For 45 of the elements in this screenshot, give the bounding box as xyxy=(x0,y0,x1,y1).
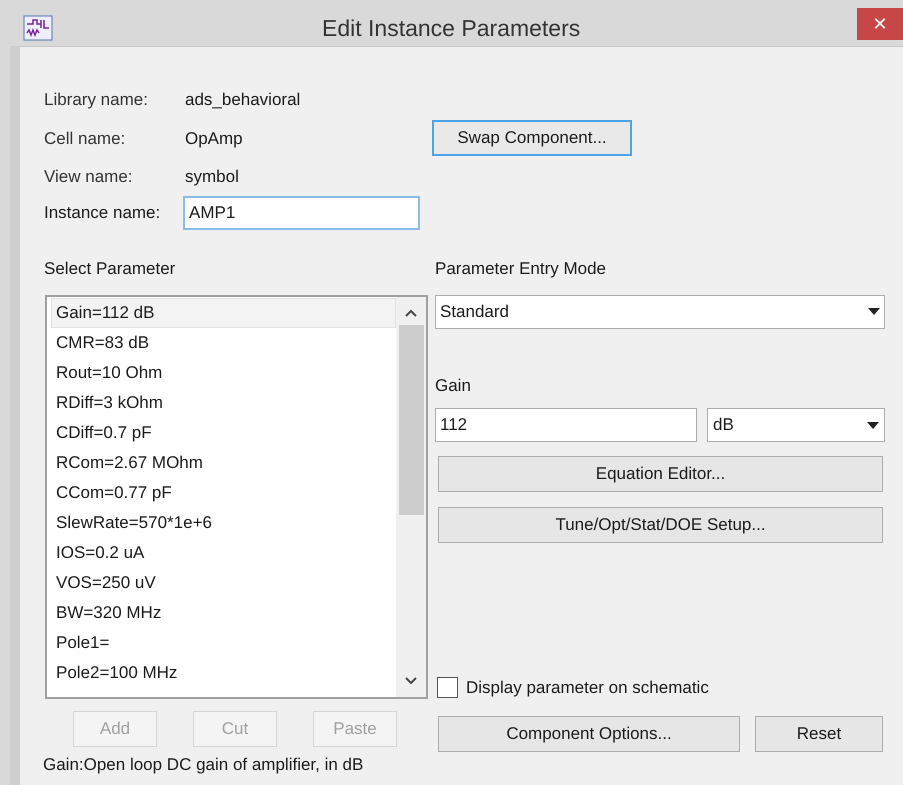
input-field[interactable]: AMP1 xyxy=(183,196,420,230)
list-item[interactable]: Pole2=100 MHz xyxy=(51,658,396,688)
list-item[interactable]: RCom=2.67 MOhm xyxy=(51,448,396,478)
field-value: ads_behavioral xyxy=(185,89,300,111)
checkbox-label: Display parameter on schematic xyxy=(466,677,709,699)
dropdown-arrow-icon xyxy=(868,308,880,315)
window-title: Edit Instance Parameters xyxy=(322,14,580,42)
close-button[interactable]: ✕ xyxy=(857,8,903,40)
list-item[interactable]: CCom=0.77 pF xyxy=(51,478,396,508)
list-item[interactable]: RDiff=3 kOhm xyxy=(51,388,396,418)
field-value: OpAmp xyxy=(185,128,243,150)
swap-component-button[interactable]: Swap Component... xyxy=(432,120,632,156)
input-field[interactable]: 112 xyxy=(435,408,697,442)
field-label: Cell name: xyxy=(44,128,126,150)
scroll-up-icon[interactable] xyxy=(405,308,417,316)
button[interactable]: Component Options... xyxy=(438,716,740,752)
field-label: Library name: xyxy=(44,89,149,111)
entry-mode-dropdown[interactable]: Standard xyxy=(435,294,885,328)
list-item[interactable]: SlewRate=570*1e+6 xyxy=(51,508,396,538)
list-item[interactable]: CDiff=0.7 pF xyxy=(51,418,396,448)
button[interactable]: Reset xyxy=(755,716,883,752)
parameter-list[interactable]: Gain=112 dB CMR=83 dB Rout=10 Ohm RDiff=3 kOhm CDiff=0.7 pF RCom=2.67 MOhm CCom=0.77 pF SlewRate=570*1e+6 IOS=0.2 uA VOS=250 uV BW=320 MHz Pole1= Pole2=100 MHz xyxy=(45,294,428,698)
list-item[interactable]: Rout=10 Ohm xyxy=(51,358,396,388)
list-item[interactable]: Gain=112 dB xyxy=(51,298,396,328)
section-label: Parameter Entry Mode xyxy=(435,258,608,280)
button[interactable]: Equation Editor... xyxy=(438,456,883,492)
field-value: symbol xyxy=(185,166,239,188)
field-label: View name: xyxy=(44,166,134,188)
status-text: Gain:Open loop DC gain of amplifier, in dB xyxy=(43,754,364,774)
checkbox[interactable] xyxy=(437,677,458,698)
field-label: Gain xyxy=(435,374,472,396)
list-item[interactable]: VOS=250 uV xyxy=(51,568,396,598)
field-label: Instance name: xyxy=(44,202,162,224)
unit-dropdown[interactable]: dB xyxy=(707,408,885,442)
scrollbar-thumb[interactable] xyxy=(398,324,424,514)
section-label: Select Parameter xyxy=(44,258,176,280)
list-item[interactable]: BW=320 MHz xyxy=(51,598,396,628)
app-icon xyxy=(23,15,53,41)
list-item[interactable]: IOS=0.2 uA xyxy=(51,538,396,568)
button[interactable]: Tune/Opt/Stat/DOE Setup... xyxy=(438,507,883,543)
dropdown-arrow-icon xyxy=(867,422,879,428)
list-item[interactable]: Pole1= xyxy=(51,628,396,658)
list-item[interactable]: CMR=83 dB xyxy=(51,328,396,358)
scroll-down-icon[interactable] xyxy=(405,676,417,684)
scrollbar[interactable] xyxy=(396,296,426,696)
